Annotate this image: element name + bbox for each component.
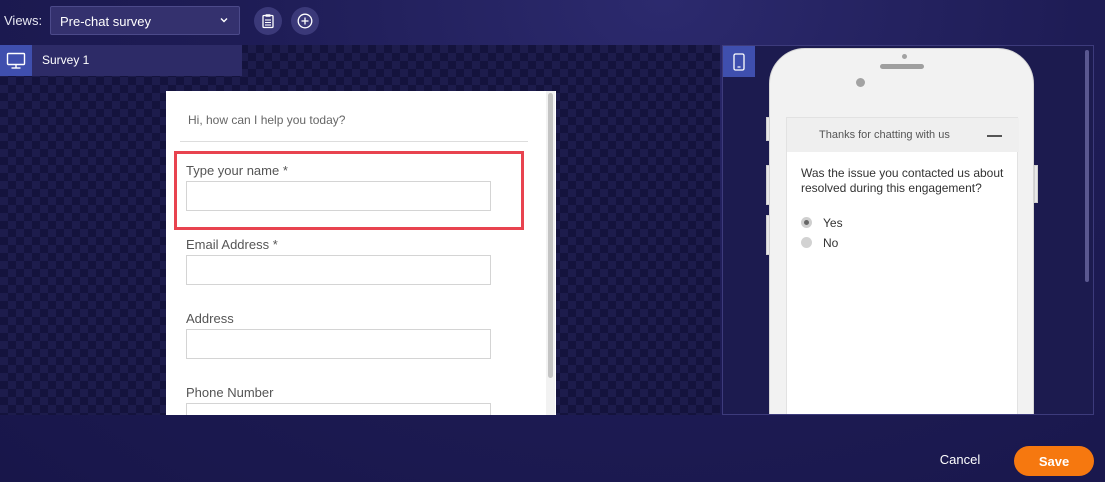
phone-field-label: Phone Number bbox=[186, 385, 274, 400]
divider bbox=[180, 141, 528, 142]
chat-header-title: Thanks for chatting with us bbox=[819, 129, 950, 141]
phone-mute-button bbox=[766, 117, 770, 141]
views-select[interactable]: Pre-chat survey bbox=[50, 6, 240, 35]
chat-header: Thanks for chatting with us bbox=[787, 118, 1019, 152]
form-scrollbar-thumb[interactable] bbox=[548, 93, 553, 378]
mobile-preview-panel: Thanks for chatting with us Was the issu… bbox=[722, 45, 1094, 415]
survey-greeting: Hi, how can I help you today? bbox=[188, 113, 346, 127]
survey-form: Hi, how can I help you today? Type your … bbox=[166, 91, 556, 415]
phone-volume-up-button bbox=[766, 165, 770, 205]
views-select-value: Pre-chat survey bbox=[60, 14, 152, 29]
desktop-tab[interactable]: Survey 1 bbox=[0, 45, 242, 76]
phone-speaker bbox=[880, 64, 924, 69]
address-field-label: Address bbox=[186, 311, 234, 326]
email-field[interactable] bbox=[186, 255, 491, 285]
add-view-button[interactable] bbox=[291, 7, 319, 35]
cancel-button[interactable]: Cancel bbox=[930, 452, 990, 467]
desktop-tab-icon-box bbox=[0, 45, 32, 76]
chevron-down-icon bbox=[220, 18, 228, 23]
mobile-tab[interactable] bbox=[723, 46, 755, 77]
monitor-icon bbox=[6, 52, 26, 69]
radio-label: Yes bbox=[823, 216, 843, 230]
form-scrollbar[interactable] bbox=[546, 91, 555, 415]
radio-label: No bbox=[823, 236, 839, 250]
phone-icon bbox=[733, 52, 745, 71]
name-field-label: Type your name * bbox=[186, 163, 288, 178]
phone-field[interactable] bbox=[186, 403, 491, 415]
radio-unchecked-icon[interactable] bbox=[801, 237, 812, 248]
name-field[interactable] bbox=[186, 181, 491, 211]
phone-sensor bbox=[902, 54, 907, 59]
plus-circle-icon bbox=[297, 13, 313, 29]
toolbar: Views: Pre-chat survey bbox=[0, 0, 1105, 42]
survey-question: Was the issue you contacted us about res… bbox=[801, 166, 1004, 195]
views-label: Views: bbox=[4, 13, 43, 28]
desktop-tab-label: Survey 1 bbox=[42, 53, 90, 67]
clipboard-icon bbox=[262, 14, 274, 29]
phone-power-button bbox=[1034, 165, 1038, 203]
email-field-label: Email Address * bbox=[186, 237, 278, 252]
desktop-preview-panel: Survey 1 Hi, how can I help you today? T… bbox=[0, 45, 720, 415]
phone-screen: Thanks for chatting with us Was the issu… bbox=[786, 117, 1019, 414]
phone-volume-down-button bbox=[766, 215, 770, 255]
radio-checked-icon[interactable] bbox=[801, 217, 812, 228]
preview-scrollbar[interactable] bbox=[1085, 50, 1089, 282]
minimize-icon[interactable] bbox=[987, 135, 1002, 137]
phone-camera bbox=[856, 78, 865, 87]
save-button[interactable]: Save bbox=[1014, 446, 1094, 476]
address-field[interactable] bbox=[186, 329, 491, 359]
template-button[interactable] bbox=[254, 7, 282, 35]
phone-frame: Thanks for chatting with us Was the issu… bbox=[766, 48, 1038, 414]
